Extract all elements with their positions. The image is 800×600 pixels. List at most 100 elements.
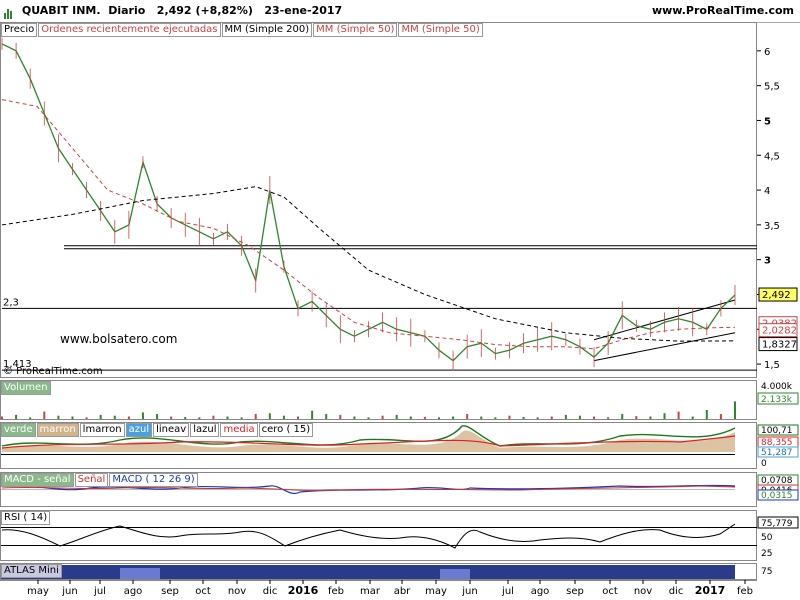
atlas-legend: ATLAS Mini: [1, 564, 63, 578]
volume-bar-34: [480, 416, 483, 419]
volume-bar-51: [719, 414, 722, 419]
legend-macd-senal[interactable]: MACD - señal: [1, 473, 74, 487]
volume-tick-max: 4.000k: [761, 382, 793, 392]
volume-bar-36: [508, 415, 511, 419]
x-tick-label-21: feb: [737, 586, 753, 597]
volume-bar-44: [621, 414, 624, 419]
price-tick-0: 6: [764, 47, 770, 58]
volume-bar-30: [423, 416, 426, 419]
price-layer: [1, 37, 757, 371]
legend-senal[interactable]: Señal: [74, 473, 109, 487]
legend-lineav[interactable]: lineav: [153, 423, 190, 437]
copyright-text: © ProRealTime.com: [3, 366, 103, 377]
price-tick-6: 3: [764, 256, 771, 267]
custom-legend: verde marron lmarron azul lineav lazul m…: [1, 423, 314, 437]
volume-bar-28: [395, 414, 398, 419]
volume-bar-38: [536, 417, 539, 419]
macd-tick-3: 0,0315: [761, 491, 793, 501]
volume-bar-22: [311, 410, 314, 419]
legend-cero[interactable]: cero ( 15): [258, 423, 314, 437]
series-0: [1, 43, 736, 362]
custom-tick-1: 100,71: [761, 426, 793, 436]
channel-lower: [593, 332, 736, 362]
volume-layer: [1, 401, 736, 419]
legend-verde[interactable]: verde: [1, 423, 36, 437]
volume-bar-8: [113, 415, 116, 419]
support-label-0: 2,3: [3, 297, 19, 308]
volume-bar-48: [677, 411, 680, 419]
volume-bar-27: [381, 415, 384, 419]
volume-panel-frame: [0, 380, 757, 420]
legend-lmarron[interactable]: lmarron: [79, 423, 125, 437]
volume-bar-29: [409, 416, 412, 419]
volume-bar-10: [141, 412, 144, 419]
volume-bar-7: [99, 414, 102, 419]
volume-bar-41: [578, 415, 581, 419]
rsi-indicator: [1, 523, 757, 549]
x-tick-label-10: mar: [360, 586, 381, 597]
x-tick-label-0: may: [27, 586, 49, 597]
price-tick-1: 5,5: [764, 82, 780, 93]
volume-bar-50: [705, 409, 708, 419]
x-tick-label-1: jun: [61, 586, 77, 597]
volume-bar-25: [353, 416, 356, 419]
volume-bar-9: [127, 416, 130, 419]
volume-bar-1: [15, 414, 18, 419]
x-tick-label-15: ago: [531, 586, 550, 597]
volume-bar-49: [691, 416, 694, 419]
volume-bar-46: [649, 416, 652, 419]
price-value-label-2: 2,0282: [762, 326, 797, 337]
volume-bar-14: [198, 417, 201, 419]
x-axis-ticks: may jun jul ago sep oct nov dic 2016 feb mar abr may…: [27, 580, 753, 597]
x-tick-label-11: abr: [394, 586, 411, 597]
series-2: [1, 99, 736, 350]
volume-bar-6: [85, 417, 88, 419]
rsi-tick-last: 75,779: [761, 519, 793, 529]
volume-bar-15: [212, 415, 215, 419]
x-tick-label-14: jul: [501, 586, 514, 597]
x-tick-label-20: 2017: [695, 584, 726, 597]
legend-azul[interactable]: azul: [125, 423, 153, 437]
x-tick-label-8: 2016: [288, 584, 319, 597]
volume-bar-20: [282, 415, 285, 419]
volume-bar-39: [550, 416, 553, 419]
legend-media[interactable]: media: [220, 423, 258, 437]
price-axis: 65,554,543,532,521,52,31,4132,4922,03822…: [3, 47, 798, 371]
volume-bar-19: [268, 413, 271, 419]
x-tick-label-17: oct: [602, 586, 618, 597]
legend-rsi[interactable]: RSI ( 14): [1, 511, 51, 525]
x-tick-label-19: dic: [669, 586, 684, 597]
price-value-label-0: 2,492: [762, 290, 791, 301]
x-tick-label-9: feb: [328, 586, 344, 597]
legend-marron[interactable]: marron: [36, 423, 79, 437]
volume-bar-16: [226, 416, 229, 419]
chart-canvas: may jun jul ago sep oct nov dic 2016 feb mar abr may…: [0, 22, 799, 597]
x-tick-label-6: nov: [228, 586, 246, 597]
legend-atlas[interactable]: ATLAS Mini: [1, 564, 62, 578]
volume-legend: Volumen: [1, 381, 52, 395]
volume-bar-0: [1, 416, 3, 419]
volume-bar-24: [339, 414, 342, 419]
price-tick-4: 4: [764, 186, 770, 197]
volume-bar-32: [452, 416, 455, 419]
legend-macd[interactable]: MACD ( 12 26 9): [109, 473, 198, 487]
rsi-tick-25: 25: [761, 549, 772, 559]
volume-bar-37: [522, 416, 525, 419]
volume-bar-11: [156, 414, 159, 419]
rsi-legend: RSI ( 14): [1, 511, 51, 525]
legend-lazul[interactable]: lazul: [190, 423, 220, 437]
x-tick-label-12: may: [425, 586, 447, 597]
volume-last-label: 2.133k: [761, 395, 793, 405]
atlas-tick: 75: [761, 567, 772, 577]
x-tick-label-4: sep: [161, 586, 179, 597]
volume-bar-18: [254, 414, 257, 419]
price-tick-3: 4,5: [764, 151, 780, 162]
volume-bar-33: [466, 414, 469, 419]
price-tick-9: 1,5: [764, 360, 780, 371]
legend-volumen[interactable]: Volumen: [1, 381, 51, 395]
volume-bar-40: [564, 414, 567, 419]
custom-tick-3: 51,287: [761, 448, 793, 458]
volume-bar-35: [494, 417, 497, 419]
volume-bar-3: [43, 411, 46, 419]
volume-bar-52: [734, 401, 736, 419]
